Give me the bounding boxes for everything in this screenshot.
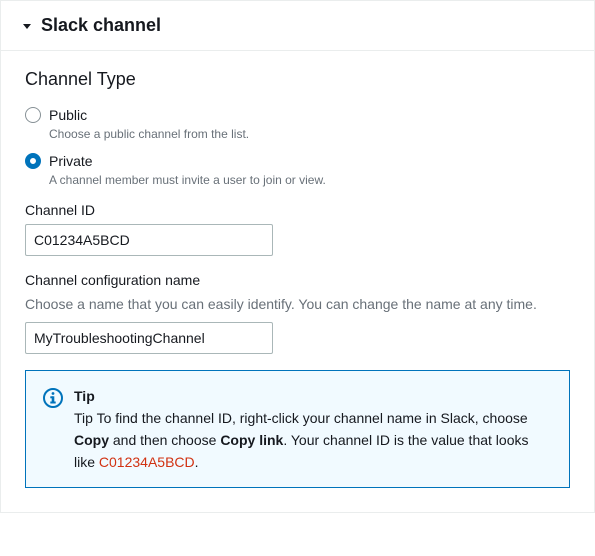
radio-item-private[interactable]: Private A channel member must invite a u… — [25, 152, 570, 188]
info-icon — [42, 387, 64, 412]
tip-middle: and then choose — [109, 432, 220, 448]
config-name-label: Channel configuration name — [25, 272, 570, 288]
tip-content: Tip Tip To find the channel ID, right-cl… — [74, 385, 553, 473]
tip-code: C01234A5BCD — [99, 454, 195, 470]
panel-body: Channel Type Public Choose a public chan… — [1, 51, 594, 512]
radio-public-label: Public — [49, 106, 570, 124]
radio-item-public[interactable]: Public Choose a public channel from the … — [25, 106, 570, 142]
channel-type-heading: Channel Type — [25, 69, 570, 90]
config-name-input[interactable] — [25, 322, 273, 354]
radio-private-content: Private A channel member must invite a u… — [49, 152, 570, 188]
radio-public-content: Public Choose a public channel from the … — [49, 106, 570, 142]
panel-title: Slack channel — [41, 15, 161, 36]
tip-text: Tip To find the channel ID, right-click … — [74, 410, 529, 470]
channel-type-radio-group: Public Choose a public channel from the … — [25, 106, 570, 188]
tip-suffix: . — [195, 454, 199, 470]
radio-public[interactable] — [25, 107, 41, 123]
tip-copy-bold: Copy — [74, 432, 109, 448]
slack-channel-panel: Slack channel Channel Type Public Choose… — [0, 0, 595, 513]
panel-header[interactable]: Slack channel — [1, 1, 594, 51]
channel-id-label: Channel ID — [25, 202, 570, 218]
config-name-desc: Choose a name that you can easily identi… — [25, 294, 570, 314]
tip-prefix: Tip To find the channel ID, right-click … — [74, 410, 528, 426]
radio-private-label: Private — [49, 152, 570, 170]
channel-id-field: Channel ID — [25, 202, 570, 256]
tip-box: Tip Tip To find the channel ID, right-cl… — [25, 370, 570, 488]
channel-id-input[interactable] — [25, 224, 273, 256]
config-name-field: Channel configuration name Choose a name… — [25, 272, 570, 354]
radio-public-desc: Choose a public channel from the list. — [49, 126, 570, 142]
tip-copylink-bold: Copy link — [220, 432, 283, 448]
tip-title: Tip — [74, 385, 553, 407]
radio-private[interactable] — [25, 153, 41, 169]
caret-down-icon — [21, 20, 33, 32]
radio-private-desc: A channel member must invite a user to j… — [49, 172, 570, 188]
